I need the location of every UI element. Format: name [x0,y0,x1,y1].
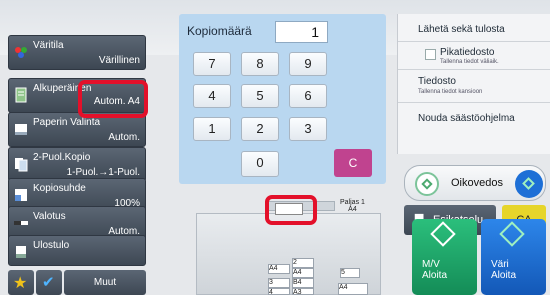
ratio-icon [15,189,27,201]
file-sub: Tallenna tiedot kansioon [418,89,483,95]
tray-3-size: B4 [293,279,302,286]
favorite-button[interactable]: ★ [8,270,34,295]
copy-count-field[interactable]: 1 [275,21,328,43]
key-1[interactable]: 1 [193,117,231,141]
action-panel: Lähetä sekä tulosta Pikatiedosto Tallenn… [397,14,550,154]
mono-start-diamond-icon [430,221,456,247]
check-icon: ✔ [42,274,55,291]
tray-5[interactable]: 5 [340,268,360,278]
tray-4-number: 4 [269,289,273,295]
tray-3-number: 3 [269,279,273,286]
mono-start-label: M/V Aloita [422,259,448,281]
color-mode-value: Värillinen [98,55,140,66]
original-size: A4 [348,206,357,213]
tray-1-size: A4 [269,265,278,272]
key-6[interactable]: 6 [289,84,327,108]
more-label: Muut [93,277,117,288]
key-5[interactable]: 5 [241,84,279,108]
tray-4-size-box: A3 [292,288,314,295]
star-icon: ★ [13,275,28,292]
duplex-value: 1-Puol.→1-Puol. [66,167,140,178]
paper-select-value: Autom. [108,132,140,143]
quick-file-sub: Tallenna tiedot väliaik. [440,59,499,65]
quick-file-title: Pikatiedosto [440,47,495,58]
mono-start-button[interactable]: M/V Aloita [412,219,477,295]
eco-program-item[interactable]: Nouda säästöohjelma [398,103,550,133]
quick-file-checkbox[interactable] [425,49,436,60]
paper-select-icon [15,124,27,135]
keypad-panel: Kopiomäärä 1 7 8 9 4 5 6 1 2 3 0 C [179,14,386,184]
highlight-scan [265,195,317,225]
tray-2-size-box: A4 [292,268,314,278]
key-8[interactable]: 8 [241,52,279,76]
output-tray-size: A4 [339,284,348,291]
tray-3-size-box: B4 [292,278,314,288]
confirm-button[interactable]: ✔ [36,270,62,295]
duplex-label: 2-Puol.Kopio [33,152,91,163]
highlight-original [78,80,148,118]
color-mode-button[interactable]: Väritila Värillinen [8,35,146,70]
quick-file-item[interactable]: Pikatiedosto Tallenna tiedot väliaik. [398,42,550,70]
original-doc-icon [15,87,27,103]
more-button[interactable]: Muut [64,270,146,295]
original-label: Paljas 1 [340,199,365,206]
color-start-button[interactable]: Väri Aloita [481,219,546,295]
tray-2-size: A4 [293,269,302,276]
exposure-label: Valotus [33,211,66,222]
proof-copy-button[interactable]: Oikovedos [404,165,546,201]
output-label: Ulostulo [33,240,70,251]
eco-program-label: Nouda säästöohjelma [418,113,515,124]
color-mode-icon [15,47,27,58]
color-start-label: Väri Aloita [491,259,517,281]
tray-4[interactable]: 4 [268,288,290,295]
paper-select-label: Paperin Valinta [33,117,101,128]
key-3[interactable]: 3 [289,117,327,141]
key-7[interactable]: 7 [193,52,231,76]
ratio-label: Kopiosuhde [33,183,86,194]
send-and-print-item[interactable]: Lähetä sekä tulosta [398,14,550,42]
copy-screen: Väritila Värillinen Alkuperäinen Autom. … [0,0,550,295]
tray-4-size: A3 [293,289,302,295]
copy-count-label: Kopiomäärä [187,24,252,38]
key-0[interactable]: 0 [241,151,279,177]
duplex-icon [15,158,28,172]
file-item[interactable]: Tiedosto Tallenna tiedot kansioon [398,70,550,103]
color-start-diamond-icon [499,221,525,247]
tray-2-number: 2 [293,259,297,266]
exposure-icon [14,221,28,225]
clear-button[interactable]: C [334,149,372,177]
key-9[interactable]: 9 [289,52,327,76]
tray-2[interactable]: 2 [292,258,314,268]
send-and-print-label: Lähetä sekä tulosta [418,24,505,35]
tray-5-number: 5 [341,269,345,276]
output-button[interactable]: Ulostulo [8,235,146,266]
color-mode-label: Väritila [33,40,64,51]
file-title: Tiedosto [418,76,456,87]
tray-1[interactable]: A4 [268,264,290,274]
original-info: Paljas 1 A4 [340,199,365,213]
key-2[interactable]: 2 [241,117,279,141]
key-4[interactable]: 4 [193,84,231,108]
proof-copy-label: Oikovedos [451,177,503,189]
output-tray: A4 [338,283,368,295]
duplex-button[interactable]: 2-Puol.Kopio 1-Puol.→1-Puol. [8,147,146,182]
tray-3[interactable]: 3 [268,278,290,288]
output-icon [16,246,26,258]
